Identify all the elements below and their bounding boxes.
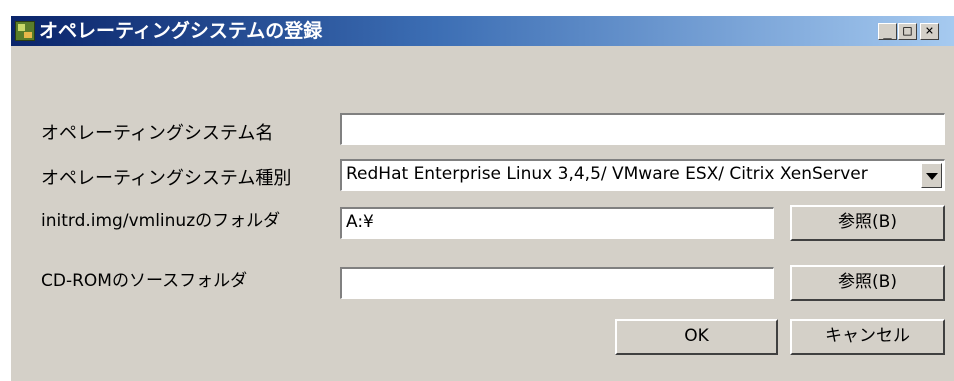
os-registration-window: オペレーティングシステムの登録 _ □ × オペレーティングシステム名 オペレー… [9, 14, 954, 381]
os-name-input[interactable] [340, 113, 945, 145]
ok-button[interactable]: OK [615, 319, 778, 355]
os-name-label: オペレーティングシステム名 [41, 123, 274, 144]
cdrom-folder-input[interactable] [340, 267, 774, 299]
title-bar[interactable]: オペレーティングシステムの登録 _ □ × [11, 16, 954, 46]
initrd-folder-label: initrd.img/vmlinuzのフォルダ [41, 211, 281, 231]
cdrom-folder-label: CD-ROMのソースフォルダ [41, 271, 248, 291]
initrd-browse-button[interactable]: 参照(B) [790, 205, 945, 241]
cdrom-browse-button[interactable]: 参照(B) [790, 265, 945, 301]
os-type-select[interactable]: RedHat Enterprise Linux 3,4,5/ VMware ES… [340, 159, 945, 191]
maximize-button[interactable]: □ [898, 23, 917, 40]
os-type-label: オペレーティングシステム種別 [41, 168, 292, 189]
os-type-selected-value: RedHat Enterprise Linux 3,4,5/ VMware ES… [346, 164, 868, 184]
minimize-button[interactable]: _ [878, 23, 897, 40]
close-button[interactable]: × [920, 23, 939, 40]
app-icon [15, 21, 35, 41]
dropdown-arrow-icon[interactable] [921, 163, 942, 188]
initrd-folder-input[interactable]: A:¥ [340, 207, 774, 239]
cancel-button[interactable]: キャンセル [790, 319, 945, 355]
window-title: オペレーティングシステムの登録 [39, 20, 323, 42]
